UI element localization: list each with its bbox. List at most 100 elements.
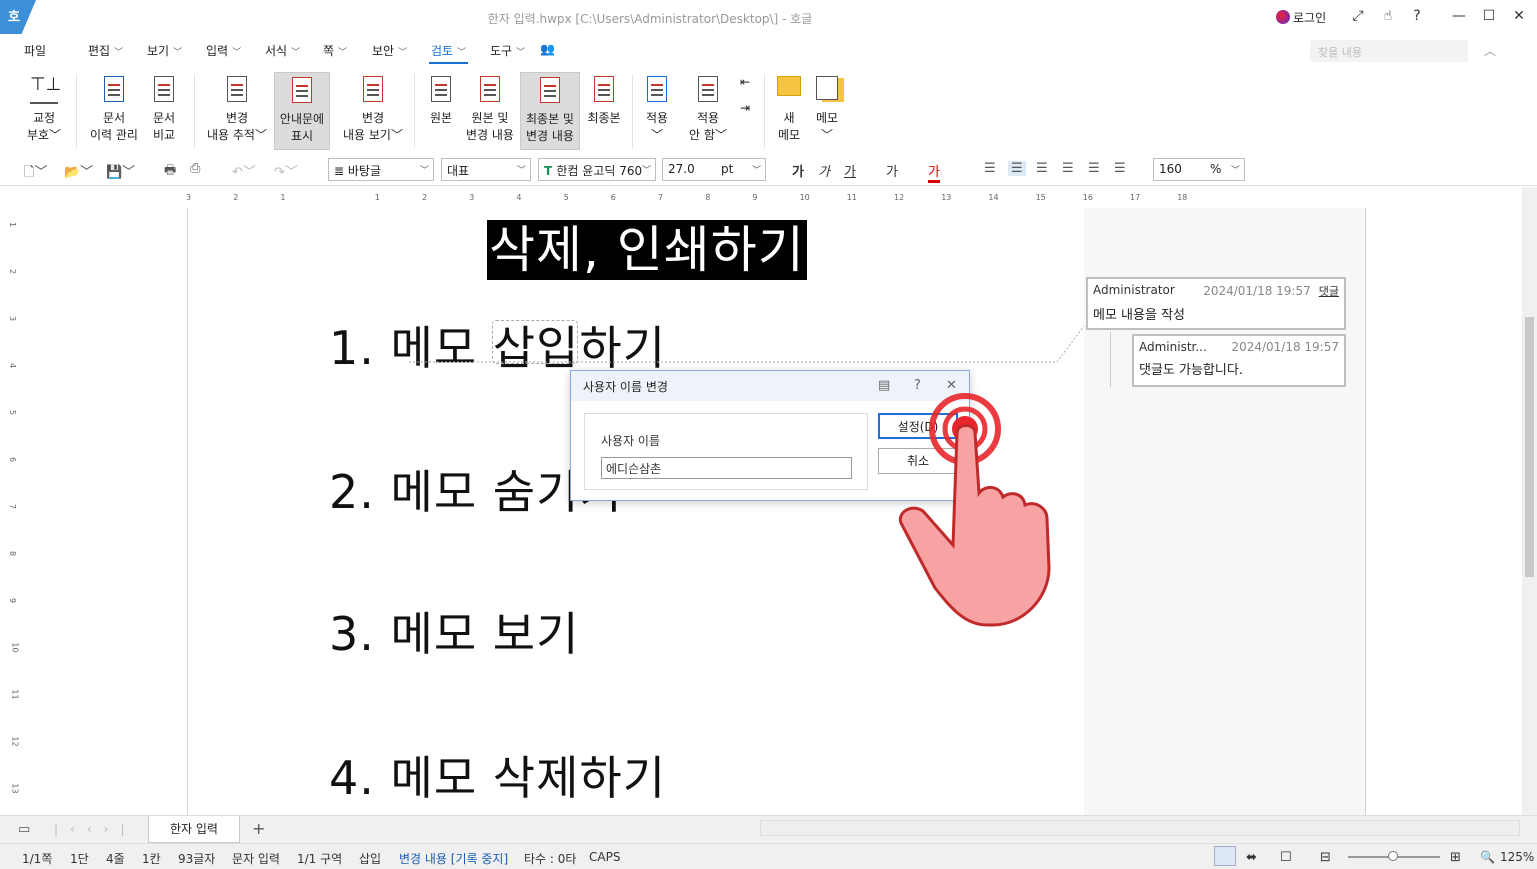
vertical-scrollbar[interactable] — [1522, 187, 1537, 815]
status-zoom[interactable]: 125% — [1500, 850, 1534, 864]
tab-nav-icon[interactable]: |‹‹›| — [54, 822, 136, 836]
collapse-ribbon-icon[interactable]: ︿ — [1484, 42, 1496, 59]
ruler-tick: 1 — [374, 193, 380, 202]
reject-button[interactable]: 적용 안 함﹀ — [686, 72, 730, 150]
status-bar: 1/1쪽 1단 4줄 1칸 93글자 문자 입력 1/1 구역 삽입 변경 내용… — [0, 843, 1537, 869]
print-icon[interactable]: 🖶 — [164, 161, 176, 183]
reply-link[interactable]: 댓글 — [1319, 285, 1339, 298]
distribute-icon[interactable]: ☰ — [1088, 161, 1100, 176]
hand-tool-icon[interactable]: ☝ — [1377, 8, 1399, 24]
menu-edit[interactable]: 편집 ﹀ — [88, 42, 123, 59]
maximize-icon[interactable]: ☐ — [1478, 8, 1500, 24]
dialog-info-icon[interactable]: ▤ — [878, 378, 890, 393]
menu-review[interactable]: 검토 ﹀ — [428, 42, 469, 64]
memo-time: 2024/01/18 19:57 — [1231, 340, 1339, 354]
memo-toggle-icon[interactable]: ▭ — [18, 822, 30, 837]
align-center-icon[interactable]: ☰ — [1036, 161, 1048, 176]
proof-marks-button[interactable]: ⊤⊥ 교정 부호﹀ — [20, 72, 68, 150]
undo-icon[interactable]: ↶﹀ — [232, 161, 256, 180]
apply-button[interactable]: 적용 ﹀ — [640, 72, 674, 150]
track-changes-button[interactable]: 변경 내용 추적﹀ — [204, 72, 270, 150]
new-document-icon[interactable]: 🗋﹀ — [24, 161, 47, 185]
view-changes-button[interactable]: 변경 내용 보기﹀ — [340, 72, 406, 150]
original-changes-button[interactable]: 원본 및 변경 내용 — [462, 72, 518, 150]
redo-icon[interactable]: ↷﹀ — [274, 161, 298, 180]
print-preview-icon[interactable]: ⎙ — [190, 161, 200, 176]
document-page[interactable]: 삭제, 인쇄하기 1. 메모 삽입하기 2. 메모 숨기기 3. 메모 보기 4… — [187, 208, 1108, 815]
page-view-icon[interactable] — [1214, 846, 1236, 866]
menu-format[interactable]: 서식 ﹀ — [265, 42, 300, 59]
vertical-ruler[interactable]: 1234567891011121314 — [8, 200, 24, 841]
zoom-icon[interactable]: 🔍 — [1480, 850, 1495, 864]
align-right-icon[interactable]: ☰ — [1062, 161, 1074, 176]
minimize-icon[interactable]: — — [1448, 8, 1470, 24]
font-select[interactable]: T 한컴 윤고딕 760 ﹀ — [538, 158, 656, 181]
save-icon[interactable]: 💾﹀ — [106, 161, 135, 180]
status-insert[interactable]: 삽입 — [359, 850, 381, 867]
status-mode[interactable]: 문자 입력 — [232, 850, 280, 867]
strike-button[interactable]: 가 — [886, 161, 898, 180]
help-icon[interactable]: ? — [1406, 8, 1428, 24]
horizontal-ruler[interactable]: 3 2 1 1 2 3 4 5 6 7 8 9 10 11 12 13 14 15 16 17 18 — [186, 193, 1187, 207]
workspace: 삭제, 인쇄하기 1. 메모 삽입하기 2. 메모 숨기기 3. 메모 보기 4… — [24, 208, 1522, 815]
memo-card[interactable]: Administrator 2024/01/18 19:57 댓글 메모 내용을 … — [1086, 277, 1346, 330]
list-item: 4. 메모 삭제하기 — [329, 751, 667, 805]
tab-document[interactable]: 한자 입력 — [148, 816, 240, 843]
language-select[interactable]: 대표 ﹀ — [441, 158, 531, 181]
status-page[interactable]: 1/1쪽 — [22, 850, 52, 867]
memo-button[interactable]: 메모 ﹀ — [810, 72, 844, 150]
document-history-button[interactable]: 문서 이력 관리 — [86, 72, 142, 150]
ruler-tick: 17 — [1130, 193, 1141, 202]
balloon-display-button[interactable]: 안내문에 표시 — [274, 72, 330, 150]
zoom-in-icon[interactable]: ⊞ — [1450, 850, 1461, 865]
bold-button[interactable]: 가 — [792, 161, 804, 180]
final-changes-button[interactable]: 최종본 및 변경 내용 — [520, 72, 580, 150]
ruler-tick: 8 — [8, 550, 18, 557]
username-input[interactable] — [601, 457, 852, 479]
new-memo-button[interactable]: 새 메모 — [772, 72, 806, 150]
memo-reply-card[interactable]: Administr... 2024/01/18 19:57 댓글도 가능합니다. — [1132, 334, 1346, 387]
people-icon[interactable]: 👥 — [540, 42, 555, 56]
scroll-thumb[interactable] — [1525, 317, 1534, 577]
search-input[interactable]: 찾을 내용 — [1310, 40, 1468, 62]
menu-insert[interactable]: 입력 ﹀ — [206, 42, 241, 59]
menu-security[interactable]: 보안 ﹀ — [372, 42, 407, 59]
fit-page-icon[interactable]: ☐ — [1280, 850, 1292, 865]
fit-width-icon[interactable]: ⬌ — [1246, 850, 1257, 865]
italic-button[interactable]: 가 — [818, 161, 830, 180]
memo-author: Administrator — [1093, 283, 1175, 297]
ruler-tick: 6 — [8, 456, 18, 463]
justify-icon[interactable]: ☰ — [984, 161, 996, 176]
original-button[interactable]: 원본 — [424, 72, 458, 150]
open-icon[interactable]: 📂﹀ — [64, 161, 93, 180]
close-icon[interactable]: ✕ — [1508, 8, 1530, 24]
menu-page[interactable]: 쪽 ﹀ — [323, 42, 347, 59]
zoom-input[interactable]: 160% ﹀ — [1153, 158, 1245, 181]
underline-button[interactable]: 가 — [844, 161, 856, 180]
menu-view[interactable]: 보기 ﹀ — [147, 42, 182, 59]
horizontal-scrollbar[interactable] — [760, 820, 1520, 836]
view-changes-icon — [359, 76, 387, 104]
add-tab-button[interactable]: + — [252, 819, 265, 838]
font-color-button[interactable]: 가 — [928, 161, 940, 183]
login-button[interactable]: 로그인 — [1276, 9, 1326, 26]
close-icon[interactable]: ✕ — [946, 378, 957, 393]
status-keys: 타수 : 0타 — [524, 852, 577, 866]
status-track[interactable]: 변경 내용 [기록 중지] — [399, 850, 508, 867]
help-icon[interactable]: ? — [914, 378, 921, 393]
document-compare-button[interactable]: 문서 비교 — [144, 72, 184, 150]
zoom-out-icon[interactable]: ⊟ — [1320, 850, 1331, 865]
font-size-input[interactable]: 27.0 pt ﹀ — [662, 158, 766, 181]
menu-tools[interactable]: 도구 ﹀ — [490, 42, 525, 59]
fullscreen-icon[interactable]: ⤢ — [1347, 8, 1369, 24]
set-button[interactable]: 설정(D) — [878, 413, 958, 439]
style-select[interactable]: ≣ 바탕글 ﹀ — [328, 158, 434, 181]
align-left-icon[interactable]: ☰ — [1008, 161, 1026, 176]
menu-file[interactable]: 파일 — [24, 42, 46, 59]
split-icon[interactable]: ☰ — [1114, 161, 1126, 176]
zoom-slider-handle[interactable] — [1388, 851, 1398, 861]
final-button[interactable]: 최종본 — [584, 72, 624, 150]
cancel-button[interactable]: 취소 — [878, 448, 958, 474]
next-change-icon[interactable]: ⇥ — [734, 100, 756, 130]
ruler-tick: 5 — [563, 193, 569, 202]
